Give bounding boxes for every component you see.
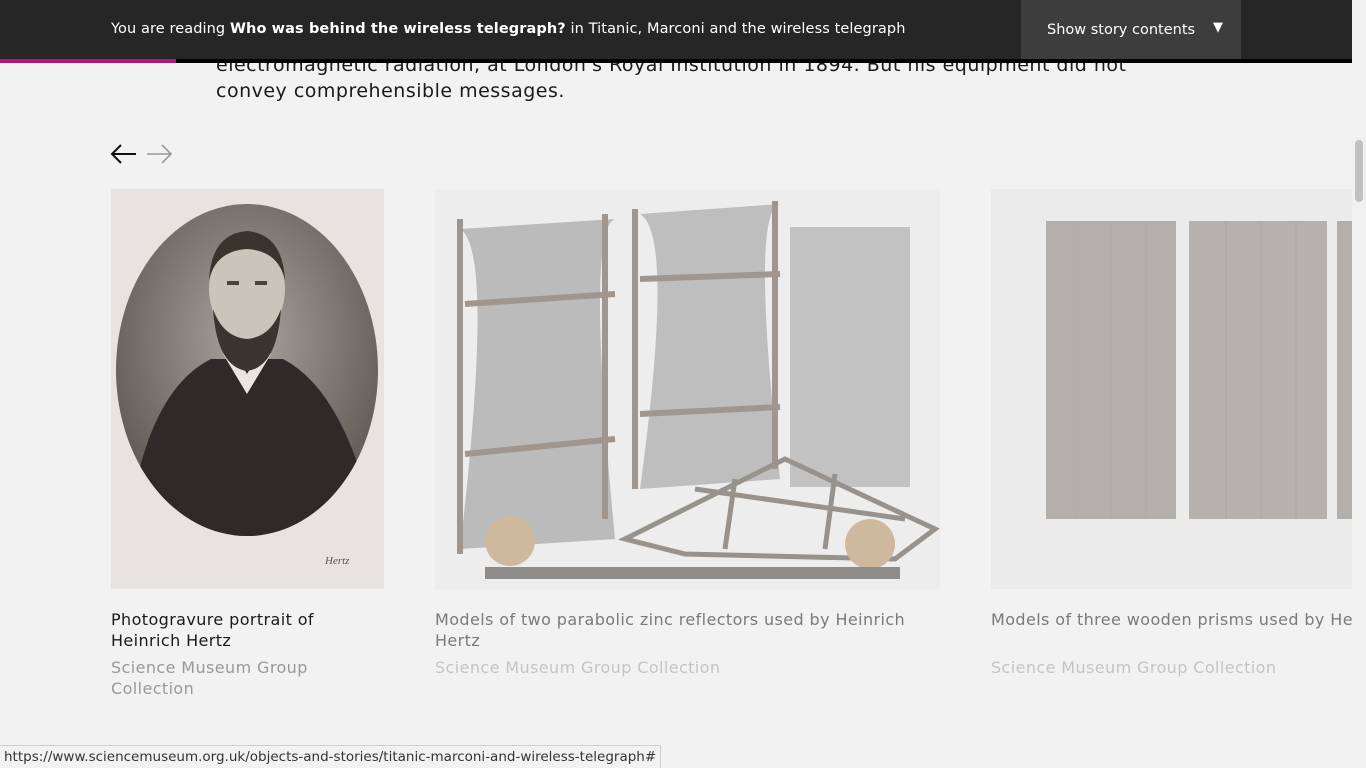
show-story-contents-label: Show story contents [1047,21,1196,38]
portrait-signature: Hertz [324,555,350,567]
reading-progress-fill [0,59,176,63]
carousel-card-3[interactable]: Models of three wooden prisms used by He… [991,189,1352,678]
carousel-next-button[interactable] [145,142,173,166]
caret-down-icon: ▼ [1213,20,1223,35]
carousel-prev-button[interactable] [110,142,138,166]
hertz-portrait-image[interactable]: Hertz [111,189,384,589]
wooden-prisms-image[interactable] [991,189,1352,589]
scrollbar-thumb[interactable] [1355,140,1363,202]
article-line: convey comprehensible messages. [216,80,565,102]
reading-middle: in [565,21,589,37]
article-text-clip: electromagnetic radiation, at London's R… [0,63,1352,113]
card-title[interactable]: Models of two parabolic zinc reflectors … [435,609,940,651]
arrow-left-icon [110,144,136,164]
reading-progress-bar [0,59,1352,63]
card-source: Science Museum Group Collection [991,658,1277,677]
show-story-contents-button[interactable]: Show story contents ▼ [1021,0,1241,59]
page-scrollbar[interactable] [1352,0,1366,768]
card-title[interactable]: Photogravure portrait of Heinrich Hertz [111,609,384,651]
story-title[interactable]: Who was behind the wireless telegraph? [230,21,566,37]
article-line-cut: electromagnetic radiation, at London's R… [216,63,1127,76]
card-title[interactable]: Models of three wooden prisms used by He… [991,609,1352,630]
status-bar-url: https://www.sciencemuseum.org.uk/objects… [0,745,662,768]
card-source: Science Museum Group Collection [435,658,721,677]
reading-prefix: You are reading [111,21,230,37]
carousel-card-2[interactable]: Models of two parabolic zinc reflectors … [435,189,940,678]
story-reading-bar: You are reading Who was behind the wirel… [0,0,1352,59]
arrow-right-icon [147,144,173,164]
article-paragraph: electromagnetic radiation, at London's R… [216,63,1176,104]
collection-name[interactable]: Titanic, Marconi and the wireless telegr… [589,21,906,37]
reading-status: You are reading Who was behind the wirel… [111,0,905,59]
carousel-card-1[interactable]: Hertz Photogravure portrait of Heinrich … [111,189,384,699]
card-source: Science Museum Group Collection [111,658,308,698]
zinc-reflectors-image[interactable] [435,189,940,589]
